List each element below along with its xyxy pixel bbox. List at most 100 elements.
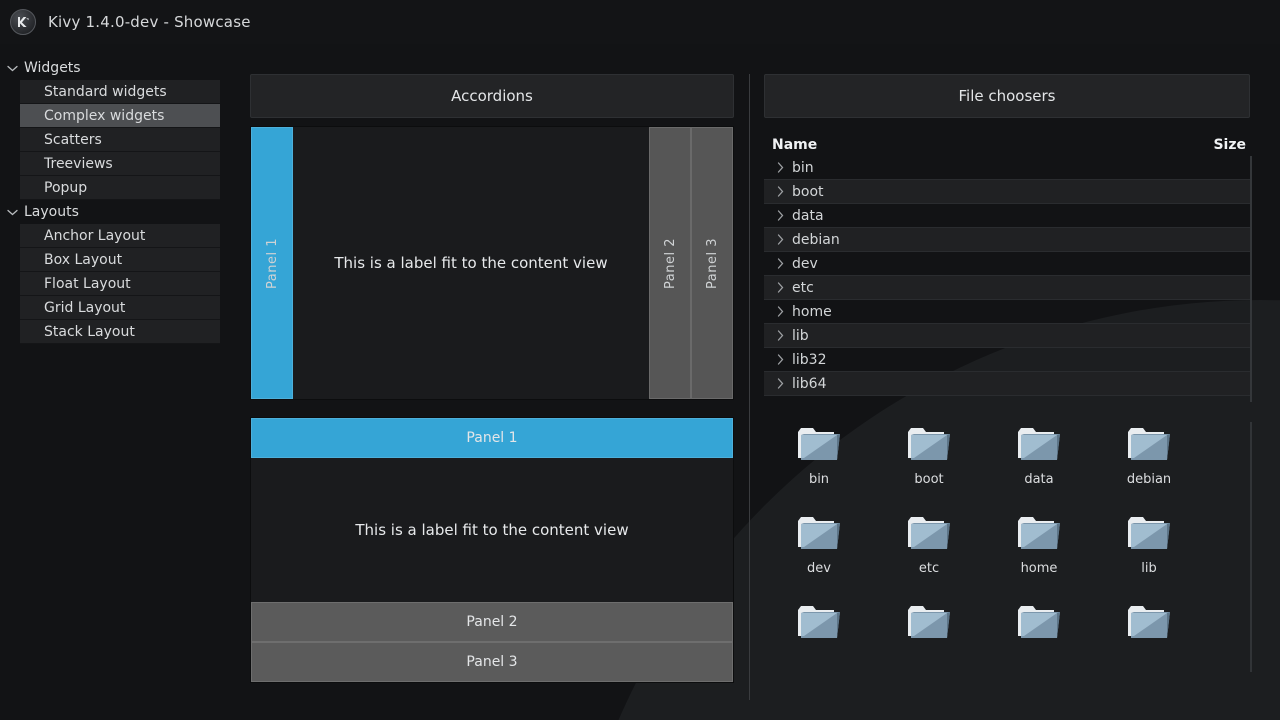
filechooser-icon-view: bin boot data debian dev etc home lib (764, 422, 1252, 672)
sidebar-group-label: Layouts (24, 204, 79, 220)
column-divider (749, 74, 750, 700)
file-name: data (792, 207, 824, 224)
list-item[interactable]: boot (874, 422, 984, 487)
folder-icon (1018, 517, 1060, 549)
sidebar-item-label: Stack Layout (44, 323, 135, 340)
sidebar-item-stack-layout[interactable]: Stack Layout (20, 320, 220, 344)
filechooser-list-scrollbar[interactable] (1250, 156, 1252, 402)
column-header-name: Name (772, 137, 818, 153)
chevron-right-icon (772, 186, 788, 197)
sidebar-item-label: Treeviews (44, 155, 113, 172)
folder-icon (908, 517, 950, 549)
sidebar-item-grid-layout[interactable]: Grid Layout (20, 296, 220, 320)
file-name: bin (792, 159, 814, 176)
accordion-h-tab-panel-2[interactable]: Panel 2 (649, 127, 691, 399)
list-item[interactable]: home (984, 511, 1094, 576)
horizontal-accordion: Panel 1 This is a label fit to the conte… (250, 126, 734, 400)
sidebar-item-label: Box Layout (44, 251, 123, 268)
chevron-right-icon (772, 282, 788, 293)
list-item[interactable] (984, 600, 1094, 650)
list-item[interactable] (874, 600, 984, 650)
filechooser-list-view: Name Size bin boot data debian dev etc h… (764, 134, 1252, 402)
file-name: etc (792, 279, 814, 296)
accordion-h-tab-panel-3[interactable]: Panel 3 (691, 127, 733, 399)
list-item-label: bin (808, 472, 830, 487)
section-header-label: File choosers (958, 87, 1056, 105)
app-window: Kivy 1.4.0-dev - Showcase Widgets Standa… (0, 0, 1280, 720)
sidebar-item-treeviews[interactable]: Treeviews (20, 152, 220, 176)
sidebar-group-label: Widgets (24, 60, 81, 76)
accordion-v-tab-panel-2[interactable]: Panel 2 (251, 602, 733, 642)
list-item-label: dev (807, 561, 831, 576)
file-name: dev (792, 255, 818, 272)
filechooser-column-headers: Name Size (764, 134, 1250, 156)
sidebar-item-standard-widgets[interactable]: Standard widgets (20, 80, 220, 104)
sidebar-item-label: Anchor Layout (44, 227, 146, 244)
list-item-label: home (1020, 561, 1058, 576)
column-header-size: Size (1213, 137, 1246, 153)
accordion-v-tab-panel-3[interactable]: Panel 3 (251, 642, 733, 682)
list-item[interactable]: lib (1094, 511, 1204, 576)
sidebar-item-label: Popup (44, 179, 88, 196)
folder-icon (908, 606, 950, 638)
list-item[interactable]: dev (764, 511, 874, 576)
sidebar-item-label: Float Layout (44, 275, 131, 292)
list-item[interactable]: bin (764, 422, 874, 487)
sidebar-item-anchor-layout[interactable]: Anchor Layout (20, 224, 220, 248)
list-item-label: boot (914, 472, 944, 487)
list-item-label: lib (1141, 561, 1157, 576)
table-row[interactable]: lib (764, 324, 1250, 348)
folder-icon (798, 428, 840, 460)
table-row[interactable]: bin (764, 156, 1250, 180)
sidebar-group-layouts[interactable]: Layouts (0, 200, 228, 224)
chevron-right-icon (772, 234, 788, 245)
accordion-h-tab-panel-1[interactable]: Panel 1 (251, 127, 293, 399)
folder-icon (1128, 428, 1170, 460)
list-item[interactable]: etc (874, 511, 984, 576)
file-choosers-section-header: File choosers (764, 74, 1250, 118)
accordion-content-label: This is a label fit to the content view (334, 254, 608, 272)
section-header-label: Accordions (451, 87, 533, 105)
table-row[interactable]: data (764, 204, 1250, 228)
file-name: lib64 (792, 375, 827, 392)
filechooser-icon-scrollbar[interactable] (1250, 422, 1252, 672)
accordion-v-tab-panel-1[interactable]: Panel 1 (251, 418, 733, 458)
list-item-label: data (1024, 472, 1054, 487)
accordion-h-content: This is a label fit to the content view (293, 127, 649, 399)
list-item[interactable] (764, 600, 874, 650)
accordions-section-header: Accordions (250, 74, 734, 118)
accordion-tab-label: Panel 1 (466, 430, 518, 446)
list-item[interactable] (1094, 600, 1204, 650)
accordion-content-label: This is a label fit to the content view (355, 521, 629, 539)
sidebar-group-widgets[interactable]: Widgets (0, 56, 228, 80)
table-row[interactable]: dev (764, 252, 1250, 276)
list-item-label: debian (1126, 472, 1172, 487)
folder-icon (1128, 606, 1170, 638)
sidebar-treeview: Widgets Standard widgets Complex widgets… (0, 56, 228, 356)
chevron-right-icon (772, 210, 788, 221)
list-item[interactable]: data (984, 422, 1094, 487)
sidebar-item-scatters[interactable]: Scatters (20, 128, 220, 152)
sidebar-item-label: Complex widgets (44, 107, 165, 124)
folder-icon (798, 517, 840, 549)
table-row[interactable]: lib32 (764, 348, 1250, 372)
accordion-tab-label: Panel 2 (662, 237, 678, 289)
file-name: debian (792, 231, 840, 248)
sidebar-item-box-layout[interactable]: Box Layout (20, 248, 220, 272)
list-item[interactable]: debian (1094, 422, 1204, 487)
sidebar-item-float-layout[interactable]: Float Layout (20, 272, 220, 296)
file-name: lib32 (792, 351, 827, 368)
table-row[interactable]: boot (764, 180, 1250, 204)
file-name: home (792, 303, 832, 320)
table-row[interactable]: debian (764, 228, 1250, 252)
list-item-label: etc (918, 561, 940, 576)
accordion-tab-label: Panel 2 (466, 614, 518, 630)
sidebar-item-popup[interactable]: Popup (20, 176, 220, 200)
window-title: Kivy 1.4.0-dev - Showcase (48, 13, 251, 31)
table-row[interactable]: etc (764, 276, 1250, 300)
table-row[interactable]: lib64 (764, 372, 1250, 396)
chevron-right-icon (772, 258, 788, 269)
table-row[interactable]: home (764, 300, 1250, 324)
sidebar-item-complex-widgets[interactable]: Complex widgets (20, 104, 220, 128)
accordion-tab-label: Panel 3 (704, 237, 720, 289)
